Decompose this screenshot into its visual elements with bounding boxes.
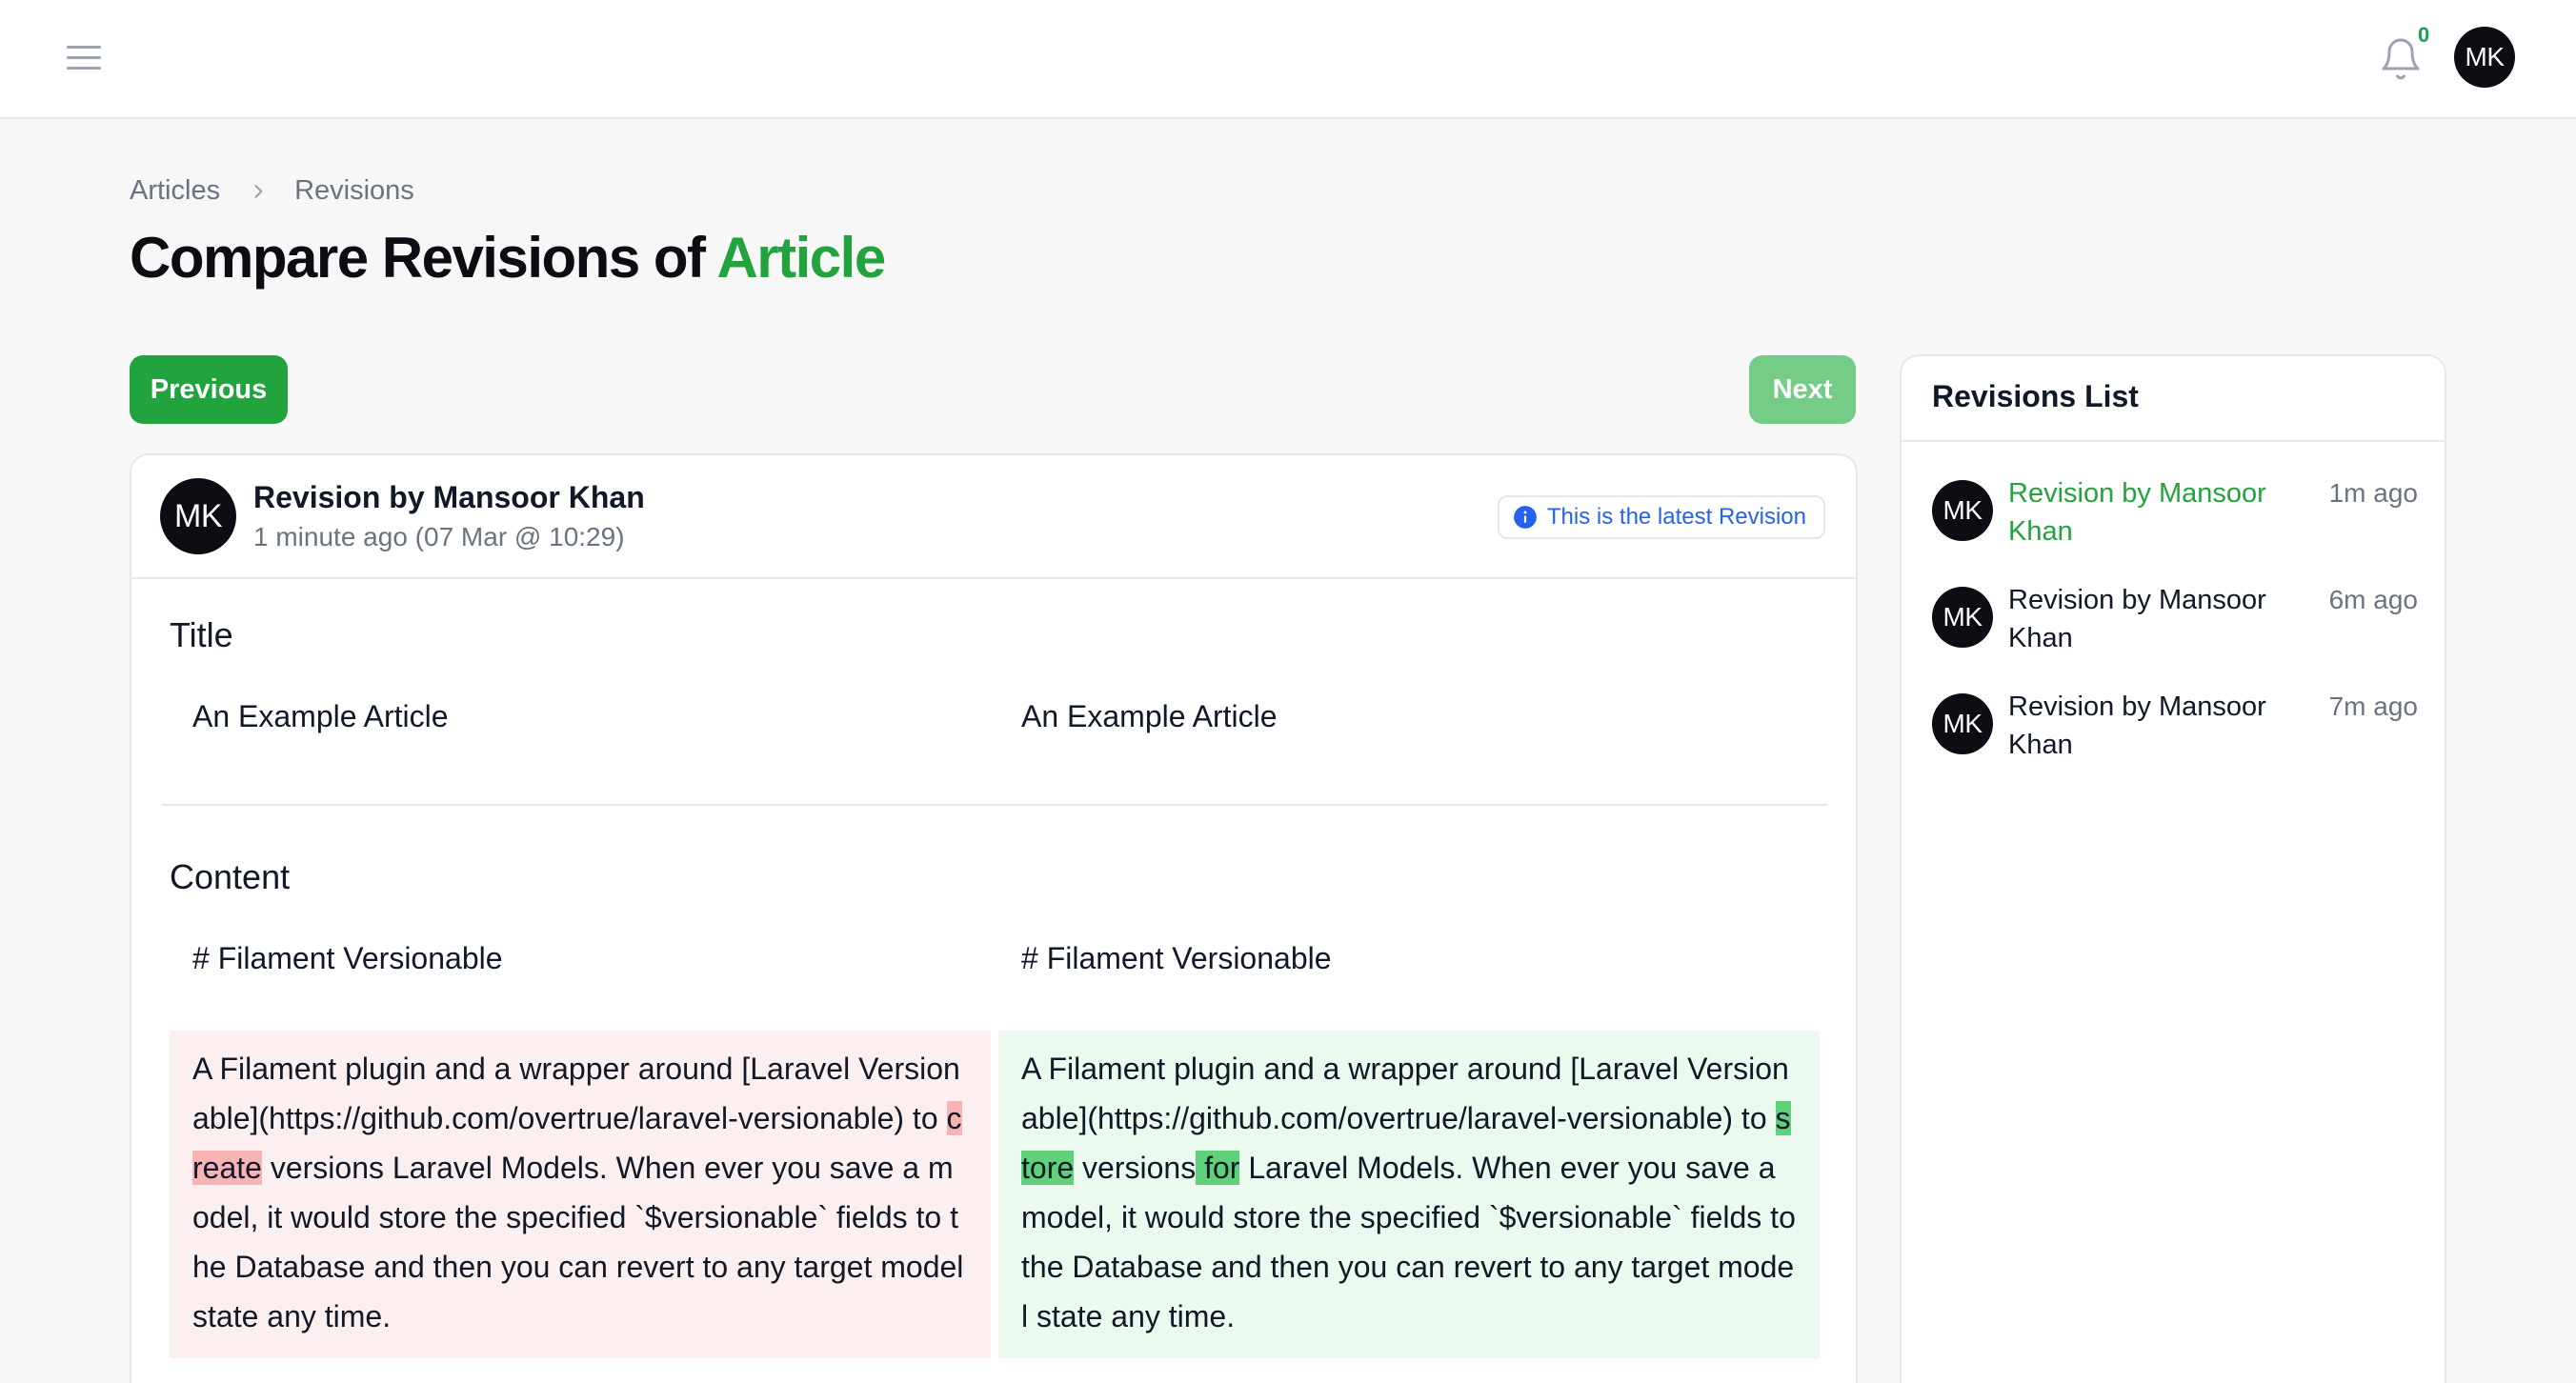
revision-list-item[interactable]: MK Revision by Mansoor Khan 7m ago xyxy=(1932,688,2418,783)
latest-badge-label: This is the latest Revision xyxy=(1546,504,1806,530)
title-field-label: Title xyxy=(170,615,233,654)
next-button[interactable]: Next xyxy=(1749,355,1856,424)
info-icon xyxy=(1513,506,1537,529)
page-title: Compare Revisions of Article xyxy=(130,225,886,291)
diff-inserted-word: for xyxy=(1196,1151,1240,1185)
avatar: MK xyxy=(1932,587,1993,648)
field-divider xyxy=(162,804,1827,806)
revision-timestamp: 1 minute ago (07 Mar @ 10:29) xyxy=(253,522,625,551)
avatar: MK xyxy=(1932,693,1993,754)
revisions-list-title: Revisions List xyxy=(1932,379,2139,413)
content-new-heading: # Filament Versionable xyxy=(1021,941,1332,975)
revision-list-label[interactable]: Revision by Mansoor Khan xyxy=(2008,581,2294,657)
revision-list-label[interactable]: Revision by Mansoor Khan xyxy=(2008,688,2294,764)
content-new-diff: A Filament plugin and a wrapper around [… xyxy=(998,1031,1820,1358)
top-bar: 0 MK xyxy=(0,0,2576,119)
bell-icon[interactable] xyxy=(2378,36,2424,82)
title-new-value: An Example Article xyxy=(1021,699,1278,733)
user-avatar[interactable]: MK xyxy=(2454,27,2515,88)
breadcrumb: Articles Revisions xyxy=(130,175,414,207)
content-old-heading: # Filament Versionable xyxy=(192,941,503,975)
diff-text: versions xyxy=(1074,1151,1197,1185)
menu-icon[interactable] xyxy=(65,42,103,74)
title-old-value: An Example Article xyxy=(192,699,449,733)
revisions-list-panel: Revisions List MK Revision by Mansoor Kh… xyxy=(1900,354,2446,1383)
revision-list-time: 1m ago xyxy=(2328,478,2418,508)
revision-compare-card: MK Revision by Mansoor Khan 1 minute ago… xyxy=(130,453,1858,1383)
revision-author: Revision by Mansoor Khan xyxy=(253,480,645,514)
revision-list-time: 6m ago xyxy=(2328,585,2418,614)
content-old-diff: A Filament plugin and a wrapper around [… xyxy=(170,1031,991,1358)
avatar: MK xyxy=(1932,480,1993,541)
panel-divider xyxy=(1902,440,2445,442)
revision-header: MK Revision by Mansoor Khan 1 minute ago… xyxy=(131,455,1856,579)
page-title-model: Article xyxy=(716,226,886,290)
avatar: MK xyxy=(160,478,236,554)
chevron-right-icon xyxy=(254,184,263,198)
revision-list-time: 7m ago xyxy=(2328,692,2418,721)
page-title-prefix: Compare Revisions of xyxy=(130,226,706,290)
previous-button[interactable]: Previous xyxy=(130,355,288,424)
breadcrumb-revisions[interactable]: Revisions xyxy=(294,175,414,207)
revision-list-label[interactable]: Revision by Mansoor Khan xyxy=(2008,474,2294,551)
content-field-label: Content xyxy=(170,857,291,896)
diff-text: versions Laravel Models. When ever you s… xyxy=(192,1151,964,1333)
notification-count: 0 xyxy=(2418,23,2430,47)
diff-text: A Filament plugin and a wrapper around [… xyxy=(1021,1052,1789,1135)
breadcrumb-articles[interactable]: Articles xyxy=(130,175,220,207)
revision-list-item[interactable]: MK Revision by Mansoor Khan 6m ago xyxy=(1932,581,2418,676)
diff-text: A Filament plugin and a wrapper around [… xyxy=(192,1052,960,1135)
revision-list-item[interactable]: MK Revision by Mansoor Khan 1m ago xyxy=(1932,474,2418,570)
latest-revision-badge: This is the latest Revision xyxy=(1497,495,1825,539)
